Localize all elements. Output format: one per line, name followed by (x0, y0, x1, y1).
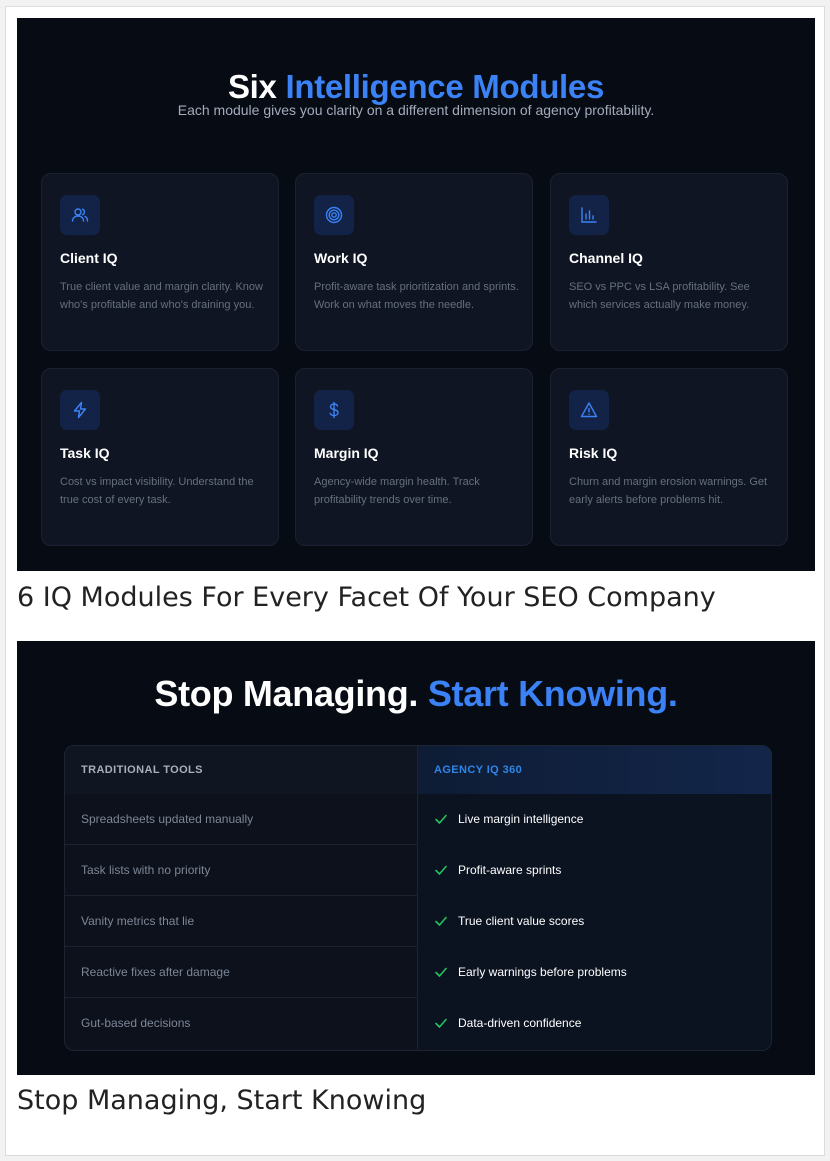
traditional-cell: Reactive fixes after damage (81, 965, 230, 979)
table-row: Gut-based decisions Data-driven confiden… (65, 998, 771, 1049)
module-desc: Agency-wide margin health. Track profita… (314, 476, 480, 506)
module-name: Margin IQ (314, 445, 379, 461)
comparison-table: TRADITIONAL TOOLS AGENCY IQ 360 Spreadsh… (64, 745, 772, 1051)
dollar-icon (314, 390, 354, 430)
agency-cell: True client value scores (417, 896, 771, 947)
module-card-risk-iq: Risk IQ Churn and margin erosion warning… (550, 368, 788, 546)
module-name: Task IQ (60, 445, 110, 461)
module-name: Client IQ (60, 250, 118, 266)
column-header-agency-iq: AGENCY IQ 360 (417, 746, 771, 794)
users-icon (60, 195, 100, 235)
module-card-task-iq: Task IQ Cost vs impact visibility. Under… (41, 368, 279, 546)
bar-chart-icon (569, 195, 609, 235)
module-desc: True client value and margin clarity. Kn… (60, 281, 263, 311)
modules-image: Six Intelligence Modules Each module giv… (17, 18, 815, 571)
table-row: Reactive fixes after damage Early warnin… (65, 947, 771, 998)
agency-cell: Live margin intelligence (417, 794, 771, 845)
image-caption-modules: 6 IQ Modules For Every Facet Of Your SEO… (17, 582, 716, 613)
module-card-client-iq: Client IQ True client value and margin c… (41, 173, 279, 351)
traditional-cell: Vanity metrics that lie (81, 914, 195, 928)
table-row: Spreadsheets updated manually Live margi… (65, 794, 771, 845)
traditional-cell: Spreadsheets updated manually (81, 812, 254, 826)
traditional-cell: Gut-based decisions (81, 1016, 191, 1030)
module-card-margin-iq: Margin IQ Agency-wide margin health. Tra… (295, 368, 533, 546)
warning-icon (569, 390, 609, 430)
module-desc: Churn and margin erosion warnings. Get e… (569, 476, 768, 506)
check-icon (435, 1018, 447, 1028)
module-desc: Profit-aware task prioritization and spr… (314, 281, 519, 311)
module-desc: Cost vs impact visibility. Understand th… (60, 476, 254, 506)
module-card-work-iq: Work IQ Profit-aware task prioritization… (295, 173, 533, 351)
module-name: Risk IQ (569, 445, 618, 461)
module-desc: SEO vs PPC vs LSA profitability. See whi… (569, 281, 750, 311)
check-icon (435, 967, 447, 977)
agency-cell: Profit-aware sprints (417, 845, 771, 896)
lightning-icon (60, 390, 100, 430)
check-icon (435, 814, 447, 824)
table-row: Task lists with no priority Profit-aware… (65, 845, 771, 896)
check-icon (435, 865, 447, 875)
agency-cell: Early warnings before problems (417, 947, 771, 998)
column-header-traditional: TRADITIONAL TOOLS (65, 746, 417, 794)
modules-subtitle: Each module gives you clarity on a diffe… (177, 102, 655, 118)
check-icon (435, 916, 447, 926)
module-name: Work IQ (314, 250, 368, 266)
module-card-channel-iq: Channel IQ SEO vs PPC vs LSA profitabili… (550, 173, 788, 351)
traditional-cell: Task lists with no priority (81, 863, 211, 877)
agency-cell: Data-driven confidence (417, 998, 771, 1049)
module-name: Channel IQ (569, 250, 643, 266)
table-row: Vanity metrics that lie True client valu… (65, 896, 771, 947)
table-header: TRADITIONAL TOOLS AGENCY IQ 360 (65, 746, 771, 794)
comparison-title: Stop Managing. Start Knowing. (154, 673, 678, 714)
comparison-image: Stop Managing. Start Knowing. TRADITIONA… (17, 641, 815, 1075)
target-icon (314, 195, 354, 235)
image-caption-comparison: Stop Managing, Start Knowing (17, 1085, 427, 1116)
